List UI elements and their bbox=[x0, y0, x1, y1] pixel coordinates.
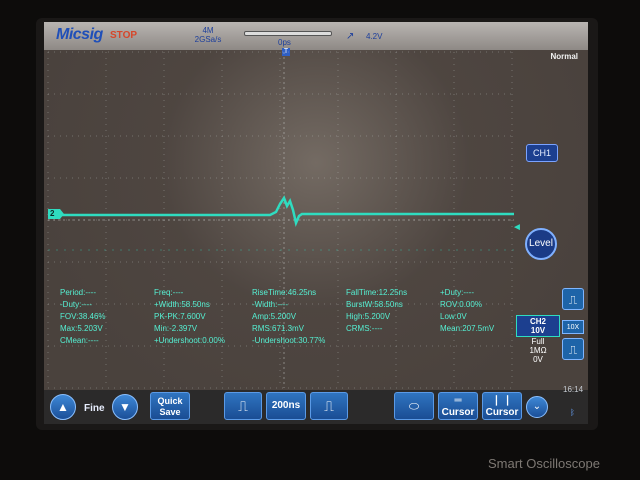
ch2-offset: 0V bbox=[533, 355, 543, 364]
meas-rov: ROV:0.00% bbox=[440, 300, 482, 309]
meas-pos-duty: +Duty:---- bbox=[440, 288, 474, 297]
pulse-down-icon[interactable]: ⎍ bbox=[562, 338, 584, 360]
watermark: Smart Oscilloscope bbox=[488, 456, 600, 471]
quick-save-line2: Save bbox=[159, 407, 181, 417]
meas-pk-pk: PK-PK:7.600V bbox=[154, 312, 206, 321]
fine-label[interactable]: Fine bbox=[84, 403, 105, 414]
meas-freq: Freq:---- bbox=[154, 288, 184, 297]
meas-crms: CRMS:---- bbox=[346, 324, 383, 333]
meas-cmean: CMean:---- bbox=[60, 336, 99, 345]
fine-up-arrow-icon[interactable]: ▲ bbox=[50, 394, 76, 420]
measurement-panel: Period:---- Freq:---- RiseTime:46.25ns F… bbox=[56, 284, 512, 352]
meas-rise-time: RiseTime:46.25ns bbox=[252, 288, 317, 297]
ch2-scale: 10V bbox=[530, 326, 546, 335]
level-knob[interactable]: Level bbox=[525, 228, 557, 260]
ch2-impedance: 1MΩ bbox=[529, 346, 547, 355]
meas-high: High:5.200V bbox=[346, 312, 391, 321]
ch2-settings[interactable]: CH2 10V Full 1MΩ 0V bbox=[516, 315, 560, 367]
ch1-button[interactable]: CH1 bbox=[526, 144, 558, 162]
meas-burst-width: BurstW:58.50ns bbox=[346, 300, 403, 309]
meas-fall-time: FallTime:12.25ns bbox=[346, 288, 408, 297]
clock: 16:14 bbox=[563, 385, 584, 394]
quick-save-button[interactable]: Quick Save bbox=[150, 392, 190, 420]
cursor-2-label: Cursor bbox=[485, 407, 519, 418]
chevron-down-icon[interactable]: ⌄ bbox=[526, 396, 548, 418]
horizontal-cursor-icon: ═ bbox=[454, 395, 462, 406]
waveform-area[interactable] bbox=[44, 22, 588, 424]
ch2-title: CH2 bbox=[529, 317, 546, 326]
vertical-cursor-button[interactable]: ❘ ❘ Cursor bbox=[482, 392, 522, 420]
probe-ratio-button[interactable]: 10X bbox=[562, 320, 584, 334]
channel-2-trace bbox=[54, 195, 514, 228]
timebase-increase-icon[interactable]: ⎍ bbox=[310, 392, 348, 420]
trigger-level-pointer-icon[interactable]: ◄ bbox=[512, 222, 526, 233]
meas-amp: Amp:5.200V bbox=[252, 312, 297, 321]
meas-fov: FOV:38.46% bbox=[60, 312, 106, 321]
trigger-mode[interactable]: Normal bbox=[550, 52, 578, 61]
horizontal-cursor-button[interactable]: ═ Cursor bbox=[438, 392, 478, 420]
meas-period: Period:---- bbox=[60, 288, 97, 297]
pulse-up-icon[interactable]: ⎍ bbox=[562, 288, 584, 310]
cursor-1-label: Cursor bbox=[441, 407, 475, 418]
ch2-bandwidth: Full bbox=[531, 337, 545, 346]
display-mode-icon[interactable]: ⬭ bbox=[394, 392, 434, 420]
timebase-value[interactable]: 200ns bbox=[266, 392, 306, 420]
quick-save-line1: Quick bbox=[157, 396, 183, 406]
meas-max: Max:5.203V bbox=[60, 324, 103, 333]
meas-neg-width: -Width:---- bbox=[252, 300, 288, 309]
meas-min: Min:-2.397V bbox=[154, 324, 198, 333]
meas-rms: RMS:671.3mV bbox=[252, 324, 305, 333]
fine-down-arrow-icon[interactable]: ▼ bbox=[112, 394, 138, 420]
bluetooth-icon: ᛒ bbox=[570, 408, 575, 417]
meas-pos-undershoot: +Undershoot:0.00% bbox=[154, 336, 225, 345]
meas-neg-duty: -Duty:---- bbox=[60, 300, 92, 309]
oscilloscope-screen: Micsig STOP 4M 2GSa/s 0ps T ↗ 4.2V 2 Per… bbox=[44, 22, 588, 424]
right-control-panel: Normal CH1 ◄ Level CH2 10V Full 1MΩ 0V ⎍… bbox=[512, 50, 588, 395]
vertical-cursor-icon: ❘ ❘ bbox=[492, 395, 512, 406]
meas-mean: Mean:207.5mV bbox=[440, 324, 495, 333]
meas-pos-width: +Width:58.50ns bbox=[154, 300, 210, 309]
ch2-selector[interactable]: CH2 10V bbox=[516, 315, 560, 337]
meas-low: Low:0V bbox=[440, 312, 467, 321]
timebase-decrease-icon[interactable]: ⎍ bbox=[224, 392, 262, 420]
meas-neg-undershoot: -Undershoot:30.77% bbox=[252, 336, 326, 345]
